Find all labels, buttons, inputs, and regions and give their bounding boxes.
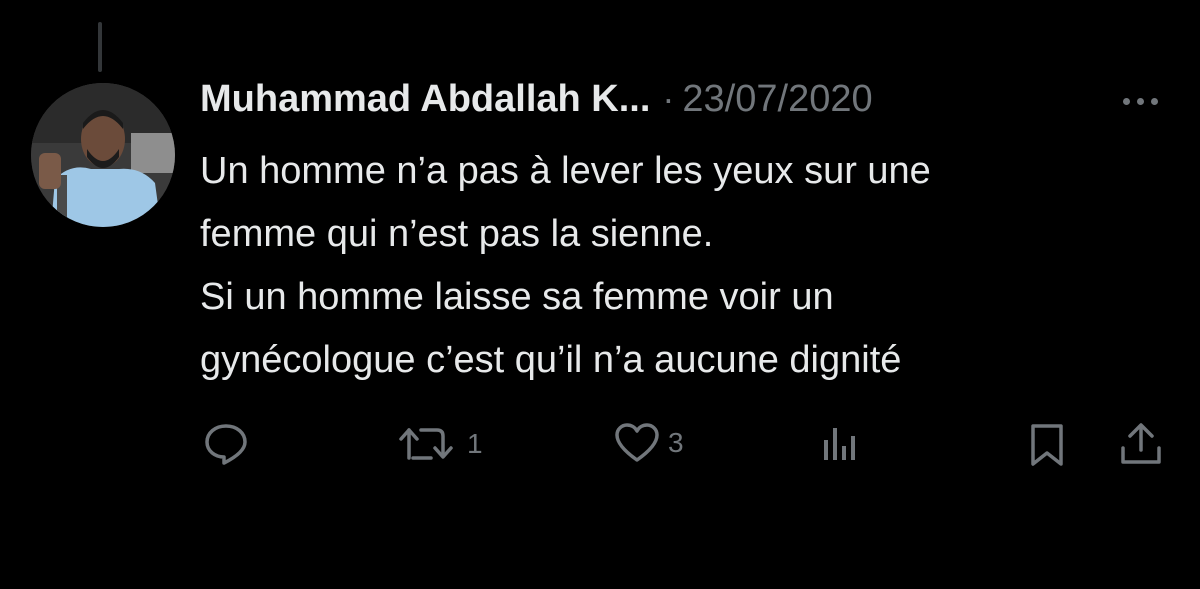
tweet-text: Un homme n’a pas à lever les yeux sur un… <box>200 140 1180 392</box>
reply-icon <box>205 424 247 465</box>
tweet: Muhammad Abdallah K... · 23/07/2020 Un h… <box>200 78 1180 392</box>
tweet-text-line: Un homme n’a pas à lever les yeux sur un… <box>200 150 931 192</box>
like-button[interactable]: 3 <box>614 423 684 463</box>
heart-icon <box>615 423 659 462</box>
author-name[interactable]: Muhammad Abdallah K... <box>200 78 650 121</box>
tweet-text-line: gynécologue c’est qu’il n’a aucune digni… <box>200 339 902 381</box>
avatar[interactable] <box>31 83 175 227</box>
tweet-header: Muhammad Abdallah K... · 23/07/2020 <box>200 78 1180 134</box>
retweet-button[interactable]: 1 <box>397 424 483 464</box>
separator-dot: · <box>662 78 675 119</box>
views-button[interactable] <box>820 424 860 464</box>
bookmark-icon <box>1031 424 1063 466</box>
bookmark-button[interactable] <box>1027 422 1067 468</box>
more-options-icon[interactable] <box>1123 98 1158 105</box>
tweet-text-line: femme qui n’est pas la sienne. <box>200 213 714 255</box>
like-count: 3 <box>668 427 684 458</box>
tweet-date[interactable]: 23/07/2020 <box>682 78 872 121</box>
views-icon <box>824 428 855 460</box>
share-button[interactable] <box>1117 420 1165 468</box>
reply-button[interactable] <box>203 422 249 466</box>
retweet-count: 1 <box>467 428 483 459</box>
tweet-text-line: Si un homme laisse sa femme voir un <box>200 276 834 318</box>
share-icon <box>1121 423 1161 464</box>
avatar-photo <box>31 83 175 227</box>
tweet-actions: 1 3 <box>0 420 1200 476</box>
thread-connector-line <box>98 22 102 72</box>
retweet-icon <box>399 428 453 460</box>
